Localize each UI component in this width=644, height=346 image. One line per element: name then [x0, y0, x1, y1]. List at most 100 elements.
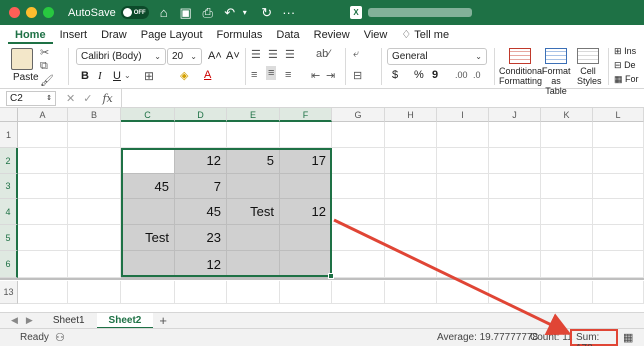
cell-b4[interactable]	[68, 199, 121, 225]
more-options-button[interactable]: ···	[282, 6, 296, 19]
undo-icon[interactable]: ↶	[223, 6, 237, 19]
cell-i3[interactable]	[437, 174, 489, 199]
cell-i4[interactable]	[437, 199, 489, 225]
autosave-control[interactable]: AutoSave OFF	[68, 6, 149, 19]
cell-i2[interactable]	[437, 148, 489, 174]
cell-k6[interactable]	[541, 251, 593, 278]
cell-i1[interactable]	[437, 122, 489, 148]
cancel-icon[interactable]: ✕	[66, 92, 75, 105]
home-icon[interactable]: ⌂	[157, 6, 171, 19]
cell-j3[interactable]	[489, 174, 541, 199]
increase-decimal-icon[interactable]: .00	[455, 70, 468, 80]
tab-data[interactable]: Data	[269, 29, 306, 44]
font-size-dropdown[interactable]: 20 ⌄	[167, 48, 202, 65]
cell-styles-button[interactable]: Cell Styles	[577, 48, 602, 86]
cell-e3[interactable]	[227, 174, 280, 199]
cell-j4[interactable]	[489, 199, 541, 225]
underline-dropdown-icon[interactable]: ⌄	[124, 71, 131, 80]
cell-d4[interactable]: 45	[175, 199, 227, 225]
align-left-icon[interactable]: ≡	[251, 69, 257, 81]
tab-formulas[interactable]: Formulas	[210, 29, 270, 44]
column-header-j[interactable]: J	[489, 108, 541, 122]
cell-d13[interactable]	[175, 281, 227, 304]
cell-g2[interactable]	[332, 148, 385, 174]
cell-b13[interactable]	[68, 281, 121, 304]
cell-j6[interactable]	[489, 251, 541, 278]
column-header-c[interactable]: C	[121, 108, 175, 122]
insert-function-button[interactable]: fx	[102, 92, 112, 105]
cell-l13[interactable]	[593, 281, 644, 304]
row-header-5[interactable]: 5	[0, 225, 18, 251]
cell-a3[interactable]	[18, 174, 68, 199]
cell-c13[interactable]	[121, 281, 175, 304]
tab-review[interactable]: Review	[307, 29, 357, 44]
font-name-dropdown[interactable]: Calibri (Body) ⌄	[76, 48, 166, 65]
zoom-window-button[interactable]	[43, 7, 54, 18]
cell-f5[interactable]	[280, 225, 332, 251]
cell-c5[interactable]: Test	[121, 225, 175, 251]
bold-button[interactable]: B	[81, 70, 89, 82]
cell-l5[interactable]	[593, 225, 644, 251]
cell-d2[interactable]: 12	[175, 148, 227, 174]
column-header-l[interactable]: L	[593, 108, 644, 122]
cell-g1[interactable]	[332, 122, 385, 148]
column-header-k[interactable]: K	[541, 108, 593, 122]
shrink-font-button[interactable]: A˅	[226, 50, 240, 62]
cell-e6[interactable]	[227, 251, 280, 278]
enter-icon[interactable]: ✓	[83, 92, 92, 105]
cell-a4[interactable]	[18, 199, 68, 225]
align-right-icon[interactable]: ≡	[285, 69, 291, 81]
cell-k2[interactable]	[541, 148, 593, 174]
cell-f1[interactable]	[280, 122, 332, 148]
cell-b6[interactable]	[68, 251, 121, 278]
cell-g6[interactable]	[332, 251, 385, 278]
insert-cells-button[interactable]: ⊞ Ins	[614, 46, 636, 57]
tab-insert[interactable]: Insert	[53, 29, 95, 44]
cell-k1[interactable]	[541, 122, 593, 148]
cell-k4[interactable]	[541, 199, 593, 225]
name-box[interactable]: C2 ⇕	[6, 90, 56, 106]
cell-c2[interactable]	[121, 148, 175, 174]
font-color-icon[interactable]: A	[204, 69, 211, 81]
cell-h6[interactable]	[385, 251, 437, 278]
format-painter-icon[interactable]: 🖌	[40, 74, 54, 87]
cell-d6[interactable]: 12	[175, 251, 227, 278]
cell-h2[interactable]	[385, 148, 437, 174]
cell-b2[interactable]	[68, 148, 121, 174]
cell-h5[interactable]	[385, 225, 437, 251]
cell-l4[interactable]	[593, 199, 644, 225]
add-sheet-button[interactable]: +	[159, 313, 167, 328]
row-header-2[interactable]: 2	[0, 148, 18, 174]
cell-b1[interactable]	[68, 122, 121, 148]
close-window-button[interactable]	[9, 7, 20, 18]
decrease-decimal-icon[interactable]: .0	[473, 70, 481, 80]
cell-g13[interactable]	[332, 281, 385, 304]
cell-h4[interactable]	[385, 199, 437, 225]
align-bottom-icon[interactable]: ☰	[285, 48, 295, 61]
cell-d5[interactable]: 23	[175, 225, 227, 251]
cell-d1[interactable]	[175, 122, 227, 148]
paste-icon[interactable]	[11, 48, 33, 70]
minimize-window-button[interactable]	[26, 7, 37, 18]
cell-k5[interactable]	[541, 225, 593, 251]
cell-f3[interactable]	[280, 174, 332, 199]
row-header-6[interactable]: 6	[0, 251, 18, 278]
undo-dropdown-icon[interactable]: ▾	[238, 6, 252, 19]
cell-i5[interactable]	[437, 225, 489, 251]
cell-l2[interactable]	[593, 148, 644, 174]
conditional-formatting-button[interactable]: Conditional Formatting	[499, 48, 544, 86]
column-header-f[interactable]: F	[280, 108, 332, 122]
row-header-1[interactable]: 1	[0, 122, 18, 148]
align-center-icon[interactable]: ≡	[266, 66, 277, 80]
currency-button[interactable]: $	[392, 69, 398, 81]
cell-c3[interactable]: 45	[121, 174, 175, 199]
orientation-icon[interactable]: ab⁄	[316, 48, 330, 60]
cell-a1[interactable]	[18, 122, 68, 148]
merge-center-icon[interactable]: ⊟	[353, 69, 362, 82]
cell-b5[interactable]	[68, 225, 121, 251]
align-top-icon[interactable]: ☰	[251, 48, 261, 61]
cell-f2[interactable]: 17	[280, 148, 332, 174]
autosave-toggle[interactable]: OFF	[120, 6, 149, 19]
cell-h3[interactable]	[385, 174, 437, 199]
row-header-4[interactable]: 4	[0, 199, 18, 225]
